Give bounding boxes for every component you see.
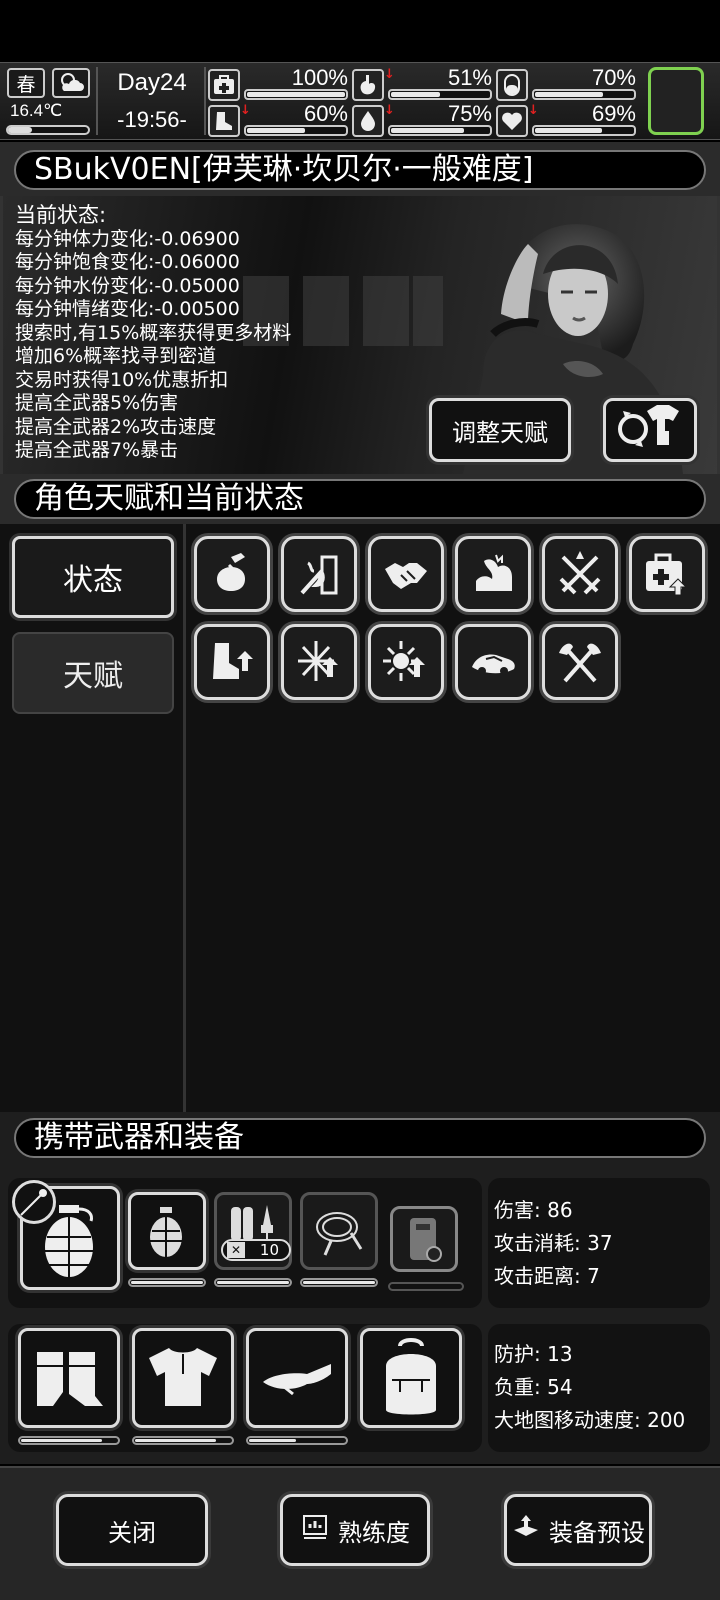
boot-up-icon[interactable]: [194, 624, 270, 700]
weapon-stats-panel: 伤害: 86 攻击消耗: 37 攻击距离: 7: [488, 1178, 710, 1308]
grenade-icon: [150, 1207, 184, 1257]
talents-header: 角色天赋和当前状态: [0, 474, 720, 524]
talents-panel: 状态 天赋: [0, 524, 720, 1112]
weapon-slot-3[interactable]: [300, 1192, 378, 1270]
attack-range-stat: 攻击距离: 7: [494, 1264, 600, 1288]
gear-panel: [8, 1324, 482, 1452]
attack-cost-stat: 攻击消耗: 37: [494, 1231, 613, 1255]
game-clock: -19:56-: [117, 107, 187, 132]
load-stat: 负重: 54: [494, 1375, 573, 1399]
gloves-icon: [37, 1352, 103, 1406]
ammo-box-icon: ✕: [227, 1242, 245, 1258]
equipment-preset-button[interactable]: 装备预设: [504, 1494, 652, 1566]
crossed-axes-icon[interactable]: [542, 624, 618, 700]
weapon-panel: ✕ 10: [8, 1178, 482, 1308]
character-name: SBukV0EN[伊芙琳·坎贝尔·一般难度]: [14, 150, 706, 190]
weather-icon: [52, 68, 90, 98]
water-drop-icon: [352, 105, 384, 137]
capsule-icon: [496, 69, 528, 101]
handshake-icon[interactable]: [368, 536, 444, 612]
emotion-stat: ↓ 69%: [496, 101, 636, 139]
stomach-icon: [352, 69, 384, 101]
health-stat: 100%: [208, 65, 348, 103]
strong-arm-icon[interactable]: [455, 536, 531, 612]
crossed-swords-icon[interactable]: [542, 536, 618, 612]
boot-icon: [208, 105, 240, 137]
refresh-shirt-icon: [615, 403, 685, 457]
status-line: 提高全武器7%暴击: [15, 439, 179, 461]
fire-door-icon[interactable]: [281, 536, 357, 612]
talents-title: 角色天赋和当前状态: [14, 479, 706, 519]
status-list: 当前状态: 每分钟体力变化:-0.06900 每分钟饱食变化:-0.06000 …: [15, 203, 292, 463]
shirt-slot[interactable]: [132, 1328, 234, 1428]
shirt-icon: [149, 1348, 217, 1406]
backpack-slot[interactable]: [360, 1328, 462, 1428]
change-outfit-button[interactable]: [603, 398, 697, 462]
status-line: 搜索时,有15%概率获得更多材料: [15, 321, 292, 344]
decline-arrow: ↓: [384, 103, 395, 118]
status-line: 增加6%概率找寻到密道: [15, 345, 217, 367]
car-icon[interactable]: [455, 624, 531, 700]
proficiency-button[interactable]: 熟练度: [280, 1494, 430, 1566]
shield-slot[interactable]: [390, 1206, 458, 1272]
status-line: 每分钟体力变化:-0.06900: [15, 227, 240, 250]
status-line: 每分钟水份变化:-0.05000: [15, 274, 240, 297]
damage-stat: 伤害: 86: [494, 1198, 573, 1222]
close-button[interactable]: 关闭: [56, 1494, 208, 1566]
character-header: SBukV0EN[伊芙琳·坎贝尔·一般难度]: [0, 142, 720, 196]
equipment-panel: ✕ 10 伤害: 86 攻击消耗: 37 攻击距离: 7 防护: 13 负重: …: [0, 1164, 720, 1464]
stamina-stat: ↓ 60%: [208, 101, 348, 139]
visor-cap-icon: [263, 1364, 331, 1396]
thirst-stat: ↓ 75%: [352, 101, 492, 139]
protection-stat: 防护: 13: [494, 1342, 573, 1366]
weapon-slot-1[interactable]: [128, 1192, 206, 1270]
proficiency-icon: [300, 1512, 330, 1548]
mood-stat: 70%: [496, 65, 636, 103]
hunger-stat: ↓ 51%: [352, 65, 492, 103]
weapon-slot-2[interactable]: ✕ 10: [214, 1192, 292, 1270]
heat-up-icon[interactable]: [368, 624, 444, 700]
season-label: 春: [16, 73, 36, 96]
status-line: 提高全武器5%伤害: [15, 392, 179, 414]
decline-arrow: ↓: [240, 103, 251, 118]
status-title: 当前状态:: [15, 203, 107, 227]
temperature-text: 16.4℃: [10, 101, 63, 120]
decline-arrow: ↓: [528, 103, 539, 118]
riot-shield-icon: [410, 1218, 442, 1262]
quick-slot-button[interactable]: [648, 67, 704, 135]
day-counter: Day24: [117, 69, 187, 96]
equipment-title: 携带武器和装备: [14, 1118, 706, 1158]
temperature-bar: [6, 125, 90, 135]
season-badge: 春: [7, 68, 45, 98]
preset-icon: [511, 1512, 541, 1548]
tab-status[interactable]: 状态: [12, 536, 174, 618]
armor-stats-panel: 防护: 13 负重: 54 大地图移动速度: 200: [488, 1324, 710, 1452]
bottom-action-bar: 关闭 熟练度 装备预设: [0, 1466, 720, 1600]
cold-up-icon[interactable]: [281, 624, 357, 700]
status-line: 每分钟饱食变化:-0.06000: [15, 251, 240, 273]
equipment-header: 携带武器和装备: [0, 1112, 720, 1164]
heart-icon: [496, 105, 528, 137]
status-line: 每分钟情绪变化:-0.00500: [15, 298, 240, 320]
adjust-talent-button[interactable]: 调整天赋: [429, 398, 571, 462]
backpack-icon: [386, 1338, 436, 1415]
gloves-slot[interactable]: [18, 1328, 120, 1428]
ammo-count: ✕ 10: [221, 1239, 291, 1261]
headgear-slot[interactable]: [246, 1328, 348, 1428]
status-top-bar: 春 16.4℃ Day24 -19:56- 100% ↓ 51% 70% ↓ 6…: [0, 62, 720, 140]
throw-mode-icon[interactable]: [12, 1180, 56, 1224]
medkit-up-icon[interactable]: [629, 536, 705, 612]
status-line: 提高全武器2%攻击速度: [15, 415, 217, 438]
decline-arrow: ↓: [384, 67, 395, 82]
tab-talent[interactable]: 天赋: [12, 632, 174, 714]
status-line: 交易时获得10%优惠折扣: [15, 368, 229, 391]
whip-icon: [316, 1212, 363, 1256]
map-speed-stat: 大地图移动速度: 200: [494, 1408, 686, 1432]
bag-grab-icon[interactable]: [194, 536, 270, 612]
character-panel: 当前状态: 每分钟体力变化:-0.06900 每分钟饱食变化:-0.06000 …: [0, 196, 720, 474]
medkit-icon: [208, 69, 240, 101]
